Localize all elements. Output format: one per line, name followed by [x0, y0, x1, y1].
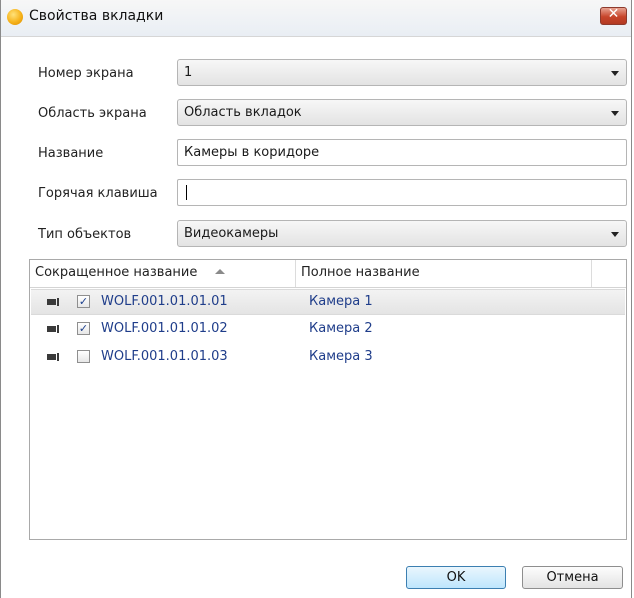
short-name-cell: WOLF.001.01.01.01 — [101, 294, 228, 309]
screen-area-label: Область экрана — [38, 106, 147, 121]
full-name-cell: Камера 1 — [309, 294, 373, 309]
chevron-down-icon — [611, 71, 619, 76]
window-title: Свойства вкладки — [29, 8, 164, 24]
cancel-button[interactable]: Отмена — [522, 566, 623, 589]
screen-area-combo[interactable]: Область вкладок — [177, 99, 627, 126]
table-row[interactable]: WOLF.001.01.01.03 Камера 3 — [31, 345, 625, 371]
row-checkbox[interactable] — [77, 350, 90, 363]
full-name-cell: Камера 2 — [309, 321, 373, 336]
column-header-short-name[interactable]: Сокращенное название — [35, 265, 197, 280]
close-icon: ✕ — [607, 6, 620, 22]
object-type-value: Видеокамеры — [184, 226, 279, 241]
row-checkbox[interactable]: ✓ — [77, 295, 90, 308]
grid-header: Сокращенное название Полное название — [30, 260, 626, 288]
column-separator[interactable] — [295, 260, 296, 287]
row-checkbox[interactable]: ✓ — [77, 322, 90, 335]
camera-icon — [47, 353, 61, 361]
name-value: Камеры в коридоре — [184, 145, 320, 160]
hotkey-label: Горячая клавиша — [38, 186, 158, 201]
camera-icon — [47, 325, 61, 333]
sort-ascending-icon — [215, 269, 225, 274]
table-row[interactable]: ✓ WOLF.001.01.01.01 Камера 1 — [31, 289, 625, 315]
name-label: Название — [38, 146, 104, 161]
title-bar[interactable]: Свойства вкладки ✕ — [1, 0, 631, 37]
app-icon — [7, 9, 23, 25]
full-name-cell: Камера 3 — [309, 349, 373, 364]
close-button[interactable]: ✕ — [600, 6, 627, 25]
column-header-full-name[interactable]: Полное название — [301, 265, 420, 280]
screen-number-combo[interactable]: 1 — [177, 59, 627, 86]
text-caret — [186, 185, 187, 200]
hotkey-input[interactable] — [177, 179, 627, 206]
object-type-label: Тип объектов — [38, 227, 132, 242]
short-name-cell: WOLF.001.01.01.02 — [101, 321, 228, 336]
ok-button[interactable]: OK — [406, 566, 506, 589]
screen-area-value: Область вкладок — [184, 105, 302, 120]
short-name-cell: WOLF.001.01.01.03 — [101, 349, 228, 364]
chevron-down-icon — [611, 111, 619, 116]
screen-number-label: Номер экрана — [38, 66, 134, 81]
column-separator[interactable] — [591, 260, 592, 287]
chevron-down-icon — [611, 232, 619, 237]
objects-grid[interactable]: Сокращенное название Полное название ✓ W… — [29, 259, 627, 540]
screen-number-value: 1 — [184, 65, 193, 80]
table-row[interactable]: ✓ WOLF.001.01.01.02 Камера 2 — [31, 317, 625, 343]
camera-icon — [47, 298, 61, 306]
name-input[interactable]: Камеры в коридоре — [177, 139, 627, 166]
dialog-window: Свойства вкладки ✕ Номер экрана 1 Област… — [0, 0, 632, 598]
object-type-combo[interactable]: Видеокамеры — [177, 220, 627, 247]
